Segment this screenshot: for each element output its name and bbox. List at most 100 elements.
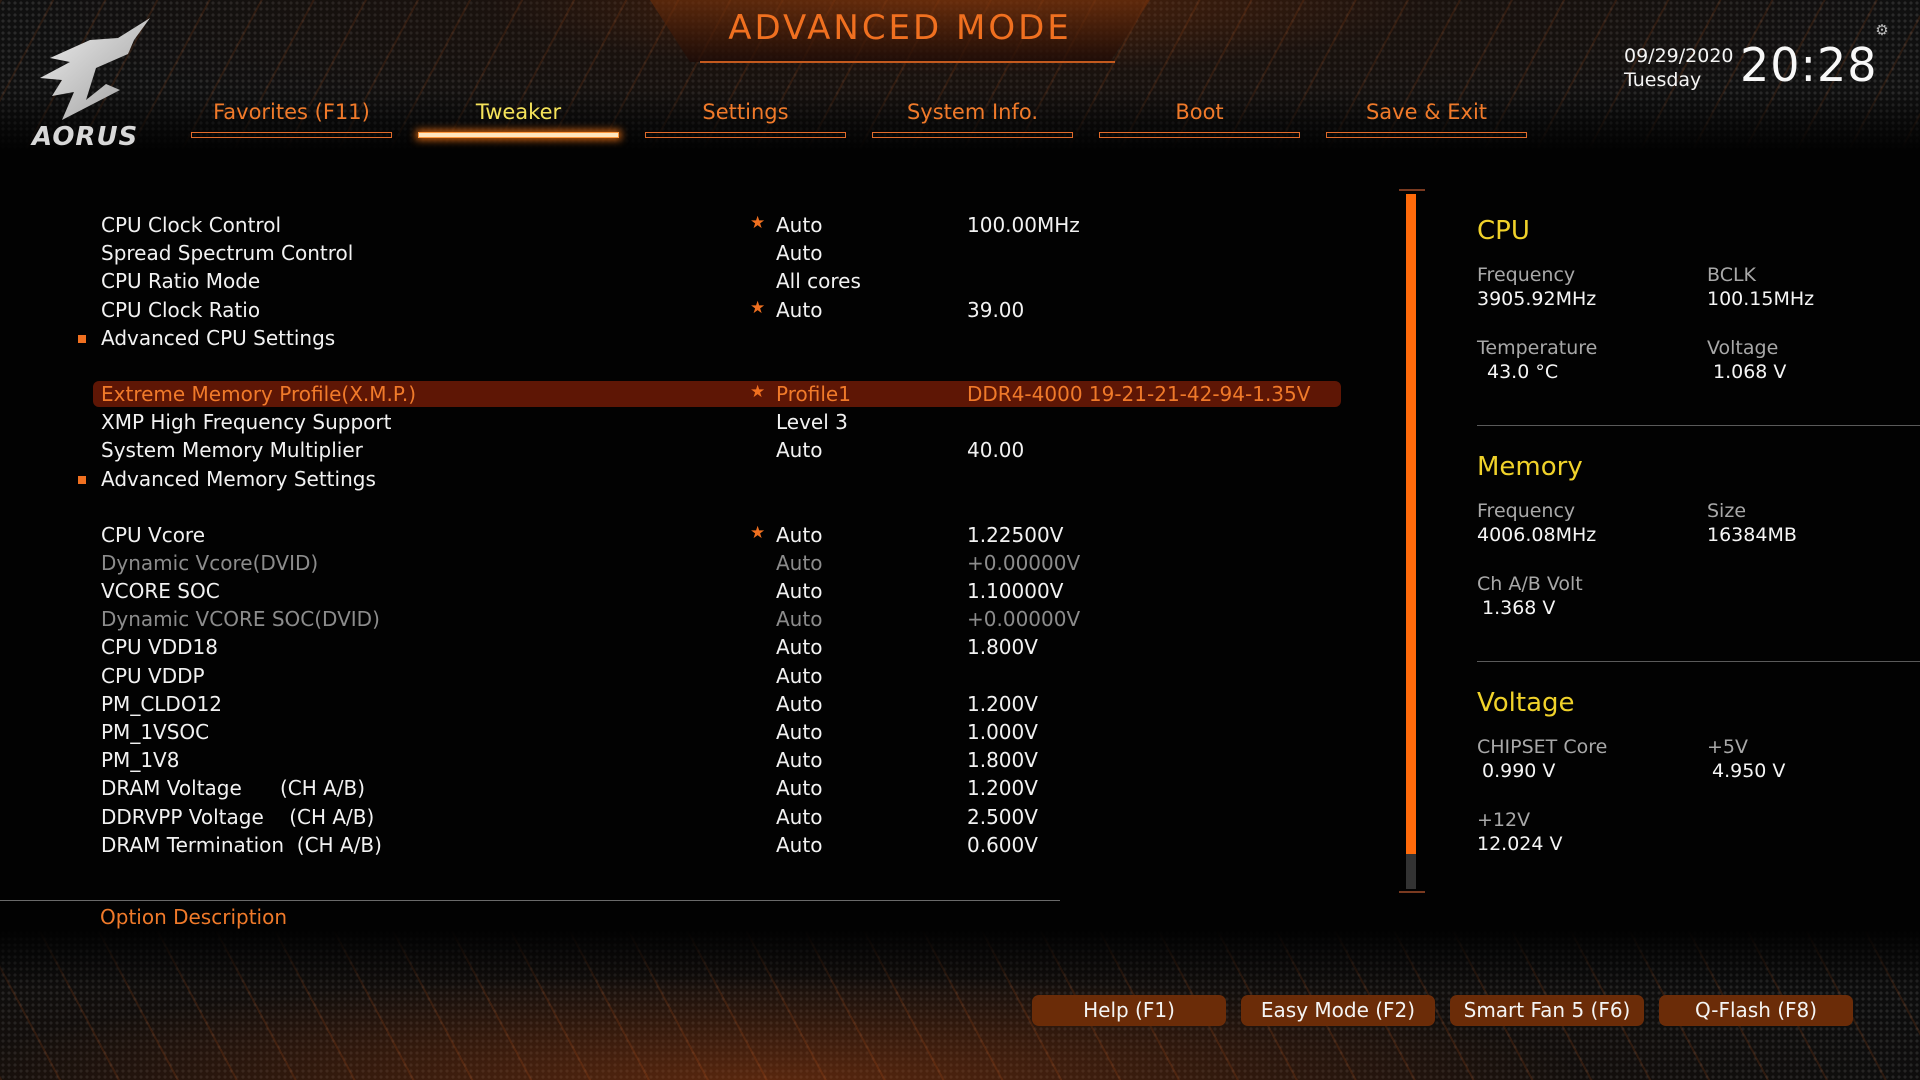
tab-save-exit[interactable]: Save & Exit [1326, 96, 1527, 138]
date-display: 09/29/2020 Tuesday [1624, 44, 1734, 92]
setting-row[interactable]: CPU VDD18 Auto 1.800V [0, 633, 1360, 661]
setting-row[interactable]: PM_CLDO12 Auto 1.200V [0, 690, 1360, 718]
setting-row[interactable]: CPU Vcore ★ Auto 1.22500V [0, 521, 1360, 549]
panel-divider [1477, 661, 1920, 662]
setting-name: Advanced CPU Settings [101, 325, 336, 350]
setting-row[interactable]: CPU Ratio Mode All cores [0, 267, 1360, 295]
setting-value: Auto [776, 297, 823, 322]
setting-name: XMP High Frequency Support [101, 410, 392, 435]
setting-row[interactable]: Extreme Memory Profile(X.M.P.) ★ Profile1 D… [0, 380, 1360, 408]
memory-volt-value: 1.368 V [1482, 597, 1556, 619]
tab-indicator [1326, 132, 1527, 138]
setting-current-value: +0.00000V [967, 607, 1081, 632]
setting-current-value: 1.200V [967, 691, 1038, 716]
help-button[interactable]: Help (F1) [1032, 995, 1226, 1026]
favorite-star-icon[interactable]: ★ [750, 378, 765, 406]
cpu-frequency-value: 3905.92MHz [1477, 288, 1597, 310]
setting-name: CPU VDDP [101, 663, 205, 688]
panel-divider [1477, 425, 1920, 426]
setting-value: Auto [776, 241, 823, 266]
setting-name: CPU Vcore [101, 522, 206, 547]
setting-name: Dynamic Vcore(DVID) [101, 550, 319, 575]
tab-indicator [418, 132, 619, 138]
tab-tweaker[interactable]: Tweaker [418, 96, 619, 138]
setting-row[interactable]: DDRVPP Voltage (CH A/B) Auto 2.500V [0, 803, 1360, 831]
option-description-label: Option Description [100, 905, 288, 929]
submenu-bullet-icon [78, 475, 86, 484]
setting-value: Auto [776, 663, 823, 688]
q-flash-button[interactable]: Q-Flash (F8) [1659, 995, 1853, 1026]
setting-row[interactable]: DRAM Termination (CH A/B) Auto 0.600V [0, 831, 1360, 859]
setting-row[interactable]: System Memory Multiplier Auto 40.00 [0, 436, 1360, 464]
setting-name: Spread Spectrum Control [101, 241, 354, 266]
setting-current-value: +0.00000V [967, 550, 1081, 575]
favorite-star-icon[interactable]: ★ [750, 519, 765, 547]
scrollbar-bottom-cap [1399, 891, 1425, 893]
tab-indicator [872, 132, 1073, 138]
setting-value: Auto [776, 776, 823, 801]
gear-icon[interactable]: ⚙ [1874, 22, 1890, 38]
smart-fan-button[interactable]: Smart Fan 5 (F6) [1450, 995, 1644, 1026]
chipset-core-label: CHIPSET Core [1477, 736, 1608, 758]
setting-name: System Memory Multiplier [101, 438, 363, 463]
setting-name: Extreme Memory Profile(X.M.P.) [101, 381, 417, 406]
setting-current-value: 0.600V [967, 832, 1038, 857]
cpu-voltage-value: 1.068 V [1713, 361, 1787, 383]
memory-frequency-label: Frequency [1477, 500, 1576, 522]
setting-value: Auto [776, 438, 823, 463]
description-divider [0, 900, 1060, 901]
setting-name: PM_CLDO12 [101, 691, 223, 716]
page-title: ADVANCED MODE [728, 8, 1072, 48]
tab-label: Settings [702, 100, 789, 124]
setting-name: DRAM Voltage (CH A/B) [101, 776, 366, 801]
aorus-logo-text: AORUS [32, 122, 139, 152]
tab-label: Tweaker [475, 100, 562, 124]
setting-row[interactable]: CPU VDDP Auto [0, 662, 1360, 690]
setting-value: Auto [776, 607, 823, 632]
plus5v-value: 4.950 V [1712, 760, 1786, 782]
tab-label: Boot [1175, 100, 1224, 124]
scrollbar-top-cap [1399, 189, 1425, 191]
main-tabs: Favorites (F11) Tweaker Settings System … [191, 96, 1527, 138]
tab-boot[interactable]: Boot [1099, 96, 1300, 138]
setting-row[interactable]: CPU Clock Control ★ Auto 100.00MHz [0, 211, 1360, 239]
cpu-temperature-value: 43.0 °C [1487, 361, 1559, 383]
tab-settings[interactable]: Settings [645, 96, 846, 138]
setting-row[interactable]: VCORE SOC Auto 1.10000V [0, 577, 1360, 605]
tab-indicator [191, 132, 392, 138]
weekday-text: Tuesday [1624, 69, 1702, 91]
scrollbar-thumb[interactable] [1406, 194, 1416, 855]
setting-current-value: 1.800V [967, 748, 1038, 773]
tab-indicator [645, 132, 846, 138]
date-text: 09/29/2020 [1624, 45, 1734, 67]
title-underline [700, 61, 1115, 63]
submenu-item[interactable]: Advanced CPU Settings [0, 324, 1360, 352]
memory-section-title: Memory [1477, 452, 1583, 482]
setting-current-value: 1.200V [967, 776, 1038, 801]
setting-row[interactable]: Spread Spectrum Control Auto [0, 239, 1360, 267]
favorite-star-icon[interactable]: ★ [750, 209, 765, 237]
setting-name: CPU Clock Ratio [101, 297, 261, 322]
setting-value: Profile1 [776, 381, 851, 406]
plus5v-label: +5V [1707, 736, 1749, 758]
tab-favorites[interactable]: Favorites (F11) [191, 96, 392, 138]
setting-current-value: 39.00 [967, 297, 1025, 322]
memory-size-value: 16384MB [1707, 524, 1797, 546]
tab-system-info[interactable]: System Info. [872, 96, 1073, 138]
favorite-star-icon[interactable]: ★ [750, 294, 765, 322]
setting-row: Dynamic Vcore(DVID) Auto +0.00000V [0, 549, 1360, 577]
easy-mode-button[interactable]: Easy Mode (F2) [1241, 995, 1435, 1026]
setting-row[interactable]: DRAM Voltage (CH A/B) Auto 1.200V [0, 774, 1360, 802]
tab-indicator [1099, 132, 1300, 138]
setting-row[interactable]: PM_1V8 Auto 1.800V [0, 746, 1360, 774]
scrollbar-track[interactable] [1406, 194, 1416, 889]
setting-value: Auto [776, 213, 823, 237]
setting-row[interactable]: PM_1VSOC Auto 1.000V [0, 718, 1360, 746]
setting-name: DDRVPP Voltage (CH A/B) [101, 804, 375, 829]
setting-value: Auto [776, 804, 823, 829]
setting-row[interactable]: XMP High Frequency Support Level 3 [0, 408, 1360, 436]
memory-size-label: Size [1707, 500, 1747, 522]
submenu-item[interactable]: Advanced Memory Settings [0, 465, 1360, 493]
setting-row[interactable]: CPU Clock Ratio ★ Auto 39.00 [0, 296, 1360, 324]
